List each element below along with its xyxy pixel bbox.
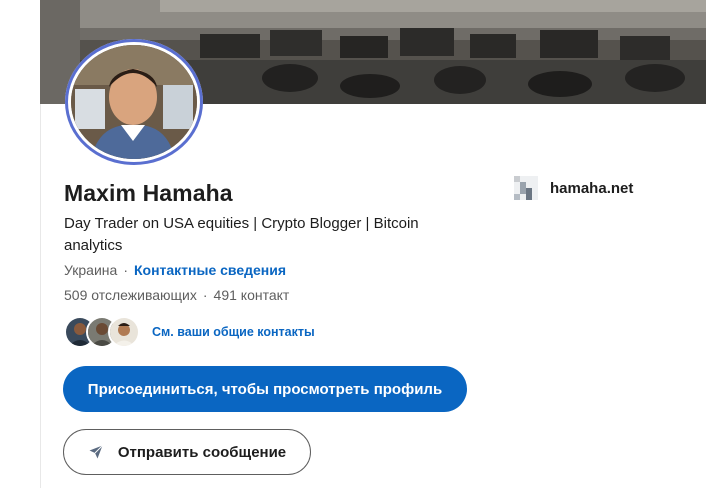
- profile-photo[interactable]: [71, 45, 197, 159]
- connections-count: 491 контакт: [213, 287, 290, 303]
- separator-dot: ·: [123, 262, 128, 278]
- followers-count: 509 отслеживающих: [64, 287, 197, 303]
- profile-headline: Day Trader on USA equities | Crypto Blog…: [64, 215, 419, 254]
- left-margin: [0, 0, 41, 488]
- website-link[interactable]: hamaha.net: [514, 176, 633, 200]
- location: Украина: [64, 262, 118, 278]
- location-line: Украина · Контактные сведения: [64, 262, 286, 278]
- stats-line: 509 отслеживающих · 491 контакт: [64, 287, 289, 303]
- profile-name: Maxim Hamaha: [64, 180, 233, 206]
- send-message-button[interactable]: Отправить сообщение: [63, 429, 311, 475]
- profile-page: Maxim Hamaha Day Trader on USA equities …: [0, 0, 706, 488]
- website-label: hamaha.net: [550, 179, 634, 197]
- join-button-label: Присоединиться, чтобы просмотреть профил…: [87, 380, 443, 398]
- join-to-view-profile-button[interactable]: Присоединиться, чтобы просмотреть профил…: [63, 366, 467, 412]
- mutual-connections[interactable]: См. ваши общие контакты: [64, 316, 315, 348]
- mutual-connections-link[interactable]: См. ваши общие контакты: [152, 325, 315, 339]
- mutual-avatar: [108, 316, 140, 348]
- send-icon: [88, 444, 104, 460]
- separator-dot: ·: [202, 287, 208, 303]
- send-message-label: Отправить сообщение: [117, 443, 287, 461]
- contact-info-link[interactable]: Контактные сведения: [134, 262, 286, 278]
- website-favicon-icon: [514, 176, 538, 200]
